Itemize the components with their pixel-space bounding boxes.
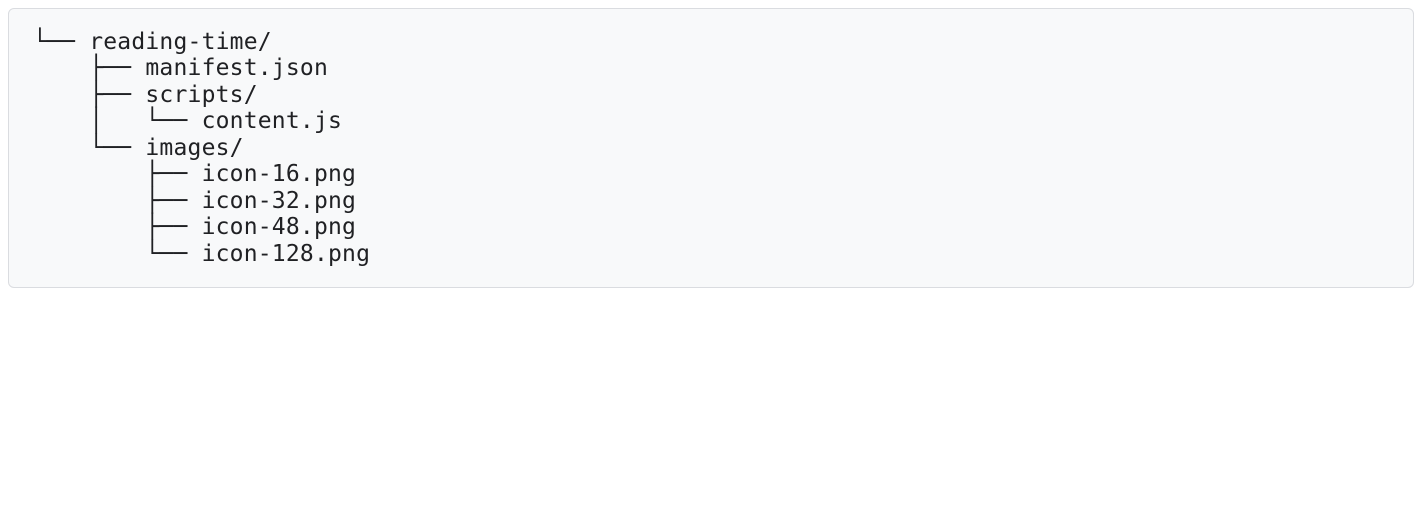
- tree-line-0: └── reading-time/: [33, 29, 272, 55]
- tree-line-7: ├── icon-48.png: [33, 214, 356, 240]
- tree-line-6: ├── icon-32.png: [33, 188, 356, 214]
- tree-line-1: ├── manifest.json: [33, 55, 328, 81]
- directory-tree-block: └── reading-time/ ├── manifest.json ├── …: [8, 8, 1414, 288]
- tree-line-3: │ └── content.js: [33, 108, 342, 134]
- tree-line-2: ├── scripts/: [33, 82, 258, 108]
- tree-line-4: └── images/: [33, 135, 244, 161]
- tree-line-8: └── icon-128.png: [33, 241, 370, 267]
- tree-line-5: ├── icon-16.png: [33, 161, 356, 187]
